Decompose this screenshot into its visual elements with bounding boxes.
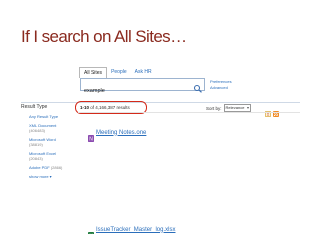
refiner-item-any[interactable]: Any Result Type <box>29 114 75 119</box>
result-title[interactable]: Meeting Notes.one <box>96 130 146 136</box>
alert-icon[interactable] <box>265 104 271 117</box>
search-options: Preferences Advanced <box>210 79 232 91</box>
sort-control: Sort by: Relevance <box>206 104 252 112</box>
refiner-item-pdf[interactable]: Adobe PDF (2866) <box>29 165 75 170</box>
slide-title: If I search on All Sites… <box>21 27 187 46</box>
refiner-item-xml[interactable]: XML Document (406483) <box>29 123 75 133</box>
refiner-label: Adobe PDF <box>29 165 50 170</box>
search-result[interactable]: X IssueTracker_Master_log.xlsx <box>88 226 175 234</box>
sharepoint-search-screenshot: All Sites People Ask HR Preferences Adva… <box>21 65 300 234</box>
onenote-icon: N <box>88 129 94 142</box>
search-input[interactable] <box>81 85 188 97</box>
refiner-item-excel[interactable]: Microsoft Excel (20843) <box>29 151 75 161</box>
refiner-label: Any Result Type <box>29 114 59 119</box>
refiner-count: (38819) <box>29 142 43 147</box>
tab-people[interactable]: People <box>107 67 131 78</box>
show-more-link[interactable]: show more ▾ <box>29 174 75 179</box>
result-title[interactable]: IssueTracker_Master_log.xlsx <box>96 227 175 233</box>
result-tools <box>265 104 279 117</box>
search-icon[interactable] <box>193 80 203 93</box>
search-result[interactable]: N Meeting Notes.one <box>88 129 146 142</box>
refiner-count: (2866) <box>50 165 63 170</box>
tab-ask-hr[interactable]: Ask HR <box>131 67 156 78</box>
svg-text:N: N <box>89 136 93 142</box>
sort-label: Sort by: <box>206 105 222 111</box>
refiner-heading: Result Type <box>21 104 48 110</box>
refiner-count: (406483) <box>29 128 46 133</box>
sort-select[interactable]: Relevance <box>223 104 252 112</box>
refiner-item-word[interactable]: Microsoft Word (38819) <box>29 137 75 147</box>
rss-icon[interactable] <box>273 104 279 117</box>
refiner-list: Any Result Type XML Document (406483) Mi… <box>29 114 75 179</box>
refiner-count: (20843) <box>29 156 43 161</box>
header-divider <box>21 102 300 103</box>
scope-tabs: All Sites People Ask HR <box>79 67 156 78</box>
excel-icon: X <box>88 226 94 234</box>
search-box <box>80 78 205 97</box>
tab-all-sites[interactable]: All Sites <box>79 67 108 78</box>
results-divider <box>78 112 300 113</box>
advanced-link[interactable]: Advanced <box>210 85 232 91</box>
